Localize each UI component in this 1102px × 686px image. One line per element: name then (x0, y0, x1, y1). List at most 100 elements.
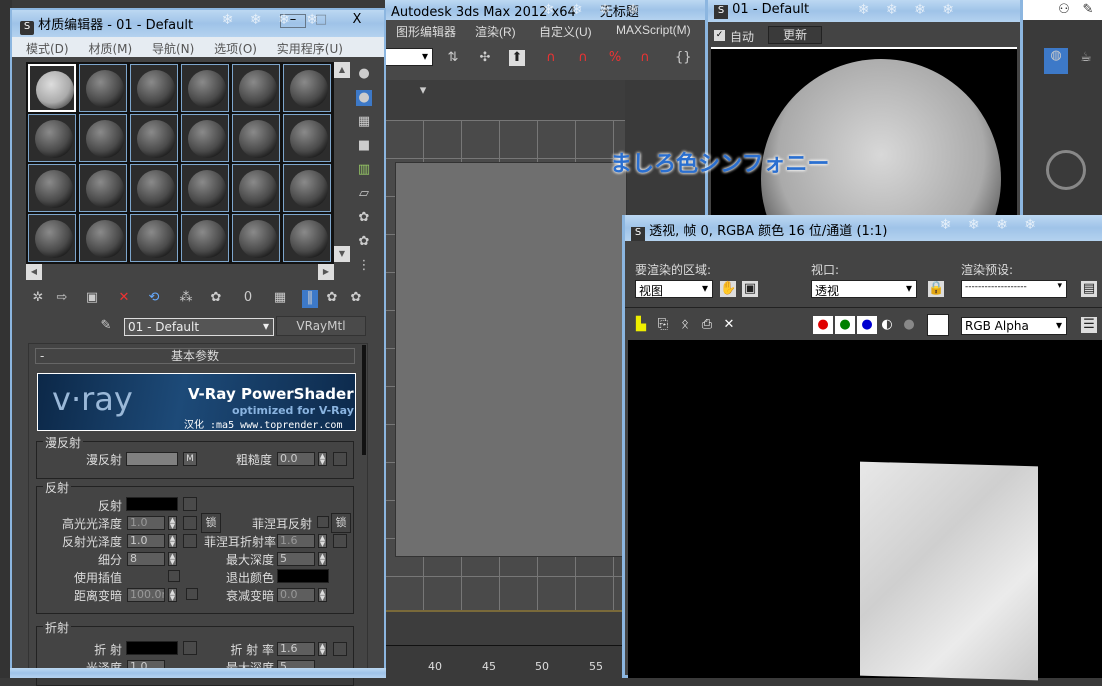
eyedropper-icon[interactable]: ✎ (98, 318, 114, 334)
sample-slot[interactable] (28, 164, 76, 212)
render-title-bar[interactable]: S 透视, 帧 0, RGBA 颜色 16 位/通道 (1:1) (625, 215, 1102, 241)
material-editor-icon[interactable]: ◍ (1044, 48, 1068, 74)
material-navigator-icon[interactable]: ⋮ (356, 258, 372, 274)
sample-slot[interactable] (28, 64, 76, 112)
viewport[interactable]: ▾ 40 45 50 55 (385, 80, 627, 678)
sample-slot[interactable] (79, 164, 127, 212)
maximize-button[interactable]: □ (308, 13, 334, 28)
mirror-icon[interactable]: ⇅ (445, 50, 461, 66)
channel-dropdown[interactable]: RGB Alpha (961, 317, 1067, 335)
edit-region-icon[interactable]: ✋ (720, 281, 736, 297)
clear-icon[interactable]: ✕ (721, 317, 737, 333)
red-channel-button[interactable]: ● (813, 316, 833, 334)
ior-spinner[interactable]: ▲ ▼ (318, 642, 327, 656)
minimize-button[interactable]: – (280, 13, 306, 28)
slots-hscroll[interactable]: ◀ ▶ (26, 264, 338, 280)
spinner-snap-icon[interactable]: ∩ (637, 50, 653, 66)
wrench-icon[interactable]: ✎ (1080, 2, 1096, 18)
refract-color-swatch[interactable] (126, 641, 178, 655)
menu-mode[interactable]: 模式(D) (26, 42, 69, 56)
edit-named-sets-icon[interactable]: {} (675, 50, 692, 66)
sample-slot[interactable] (283, 164, 331, 212)
sample-slot[interactable] (283, 114, 331, 162)
refl-gloss-map-button[interactable] (183, 534, 197, 548)
auto-region-icon[interactable]: ▣ (742, 281, 758, 297)
lock-icon[interactable]: 🔒 (928, 281, 944, 297)
rollout-header[interactable]: - 基本参数 (35, 348, 355, 364)
fresnel-lock-button[interactable]: 锁 (331, 513, 351, 533)
save-image-icon[interactable]: ▙ (633, 317, 649, 333)
subdivs-spinner[interactable]: ▲ ▼ (168, 552, 177, 566)
menu-options[interactable]: 选项(O) (214, 42, 257, 56)
green-channel-button[interactable]: ● (835, 316, 855, 334)
go-to-parent-icon[interactable]: ✿ (324, 290, 340, 306)
auto-checkbox[interactable]: ✓ (714, 30, 725, 41)
render-setup-icon[interactable]: ▤ (1081, 281, 1097, 297)
snap-3d-icon[interactable]: ∩ (543, 50, 559, 66)
max-depth-field[interactable]: 5 (277, 552, 315, 566)
sample-slot[interactable] (79, 114, 127, 162)
use-interp-checkbox[interactable] (168, 570, 180, 582)
sample-slot[interactable] (28, 114, 76, 162)
place-icon[interactable]: ⬆ (509, 50, 525, 66)
copy-image-icon[interactable]: ⎘ (655, 317, 671, 333)
mat-scrollbar[interactable] (362, 345, 366, 455)
sample-slot[interactable] (181, 114, 229, 162)
reflect-map-button[interactable] (183, 497, 197, 511)
assign-material-icon[interactable]: ▣ (84, 290, 100, 306)
options-icon[interactable]: ✿ (356, 210, 372, 226)
sample-slot[interactable] (232, 214, 280, 262)
roughness-spinner[interactable]: ▲ ▼ (318, 452, 327, 466)
menu-utilities[interactable]: 实用程序(U) (277, 42, 343, 56)
viewcube-icon[interactable] (1046, 150, 1086, 190)
max-depth-spinner[interactable]: ▲ ▼ (318, 552, 327, 566)
reflect-color-swatch[interactable] (126, 497, 178, 511)
angle-snap-icon[interactable]: ∩ (575, 50, 591, 66)
sample-slot[interactable] (181, 64, 229, 112)
roughness-field[interactable]: 0.0 (277, 452, 315, 466)
make-preview-icon[interactable]: ▱ (356, 186, 372, 202)
fresnel-ior-map-button[interactable] (333, 534, 347, 548)
roughness-map-button[interactable] (333, 452, 347, 466)
update-button[interactable]: 更新 (768, 26, 822, 44)
dim-distance-spinner[interactable]: ▲ ▼ (168, 588, 177, 602)
alpha-icon[interactable]: ◐ (879, 317, 895, 333)
timeline-ruler[interactable]: 40 45 50 55 (385, 645, 625, 678)
slots-scroll-up[interactable]: ▲ (334, 62, 350, 78)
dim-falloff-spinner[interactable]: ▲ ▼ (318, 588, 327, 602)
menu-material[interactable]: 材质(M) (88, 42, 132, 56)
percent-snap-icon[interactable]: % (607, 50, 623, 66)
selection-set-dropdown[interactable] (385, 48, 433, 66)
show-end-result-icon[interactable]: ‖ (302, 290, 318, 308)
reset-icon[interactable]: ✕ (116, 290, 132, 306)
get-material-icon[interactable]: ✲ (30, 290, 46, 306)
slots-scroll-down[interactable]: ▼ (334, 246, 350, 262)
sample-slot[interactable] (283, 64, 331, 112)
menu-navigation[interactable]: 导航(N) (152, 42, 194, 56)
sample-slot[interactable] (181, 164, 229, 212)
menu-customize[interactable]: 自定义(U) (539, 23, 592, 40)
uv-tiling-icon[interactable]: ■ (356, 138, 372, 154)
area-dropdown[interactable]: 视图 (635, 280, 713, 298)
sample-slot[interactable] (283, 214, 331, 262)
make-unique-icon[interactable]: ⁂ (178, 290, 194, 306)
refract-map-button[interactable] (183, 641, 197, 655)
sample-slot[interactable] (79, 64, 127, 112)
hilight-gloss-map-button[interactable] (183, 516, 197, 530)
menu-graph-editors[interactable]: 图形编辑器 (396, 23, 456, 40)
ior-map-button[interactable] (333, 642, 347, 656)
menu-maxscript[interactable]: MAXScript(M) (616, 23, 691, 37)
ior-field[interactable]: 1.6 (277, 642, 315, 656)
show-map-icon[interactable]: ▦ (272, 290, 288, 306)
video-color-check-icon[interactable]: ▥ (356, 162, 372, 178)
hilight-gloss-spinner[interactable]: ▲ ▼ (168, 516, 177, 530)
put-to-library-icon[interactable]: ✿ (208, 290, 224, 306)
diffuse-color-swatch[interactable] (126, 452, 178, 466)
fresnel-checkbox[interactable] (317, 516, 329, 528)
diffuse-map-button[interactable]: M (183, 452, 197, 466)
copy-material-icon[interactable]: ⟲ (146, 290, 162, 306)
sample-slot[interactable] (130, 114, 178, 162)
sample-slot[interactable] (232, 64, 280, 112)
sample-slot[interactable] (232, 114, 280, 162)
swatch-button[interactable] (927, 314, 949, 336)
